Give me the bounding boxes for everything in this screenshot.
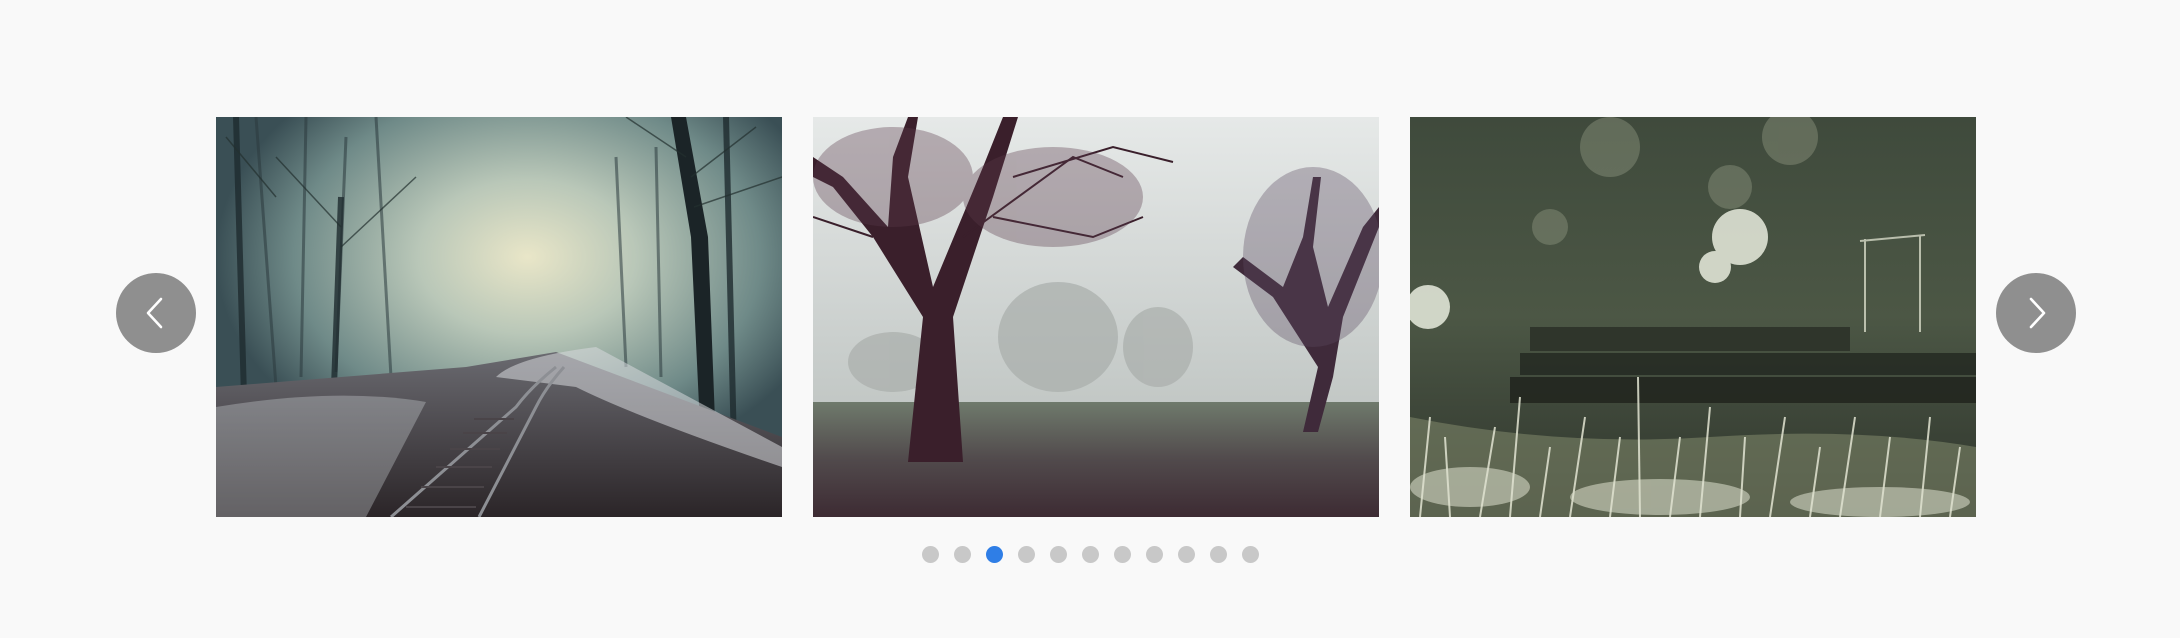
pagination-dot-active[interactable] xyxy=(985,546,1003,563)
pagination-dot[interactable] xyxy=(1113,546,1131,563)
pagination-dot[interactable] xyxy=(1145,546,1163,563)
blurred-grass-steps-photo xyxy=(1410,117,1976,517)
pagination-dots xyxy=(0,546,2180,563)
foggy-forest-railway-photo xyxy=(216,117,782,517)
image-carousel xyxy=(0,0,2180,638)
pagination-dot[interactable] xyxy=(1209,546,1227,563)
misty-park-trees-photo xyxy=(813,117,1379,517)
previous-slide-button[interactable] xyxy=(116,273,196,353)
pagination-dot[interactable] xyxy=(1049,546,1067,563)
next-slide-button[interactable] xyxy=(1996,273,2076,353)
pagination-dot[interactable] xyxy=(921,546,939,563)
pagination-dot[interactable] xyxy=(1241,546,1259,563)
pagination-dot[interactable] xyxy=(1177,546,1195,563)
pagination-dot[interactable] xyxy=(1017,546,1035,563)
pagination-dot[interactable] xyxy=(953,546,971,563)
pagination-dot[interactable] xyxy=(1081,546,1099,563)
chevron-right-icon xyxy=(2029,297,2046,329)
slide-misty-park-trees[interactable] xyxy=(813,117,1379,517)
chevron-left-icon xyxy=(146,297,163,329)
slide-blurred-grass-steps[interactable] xyxy=(1410,117,1976,517)
slide-track xyxy=(216,117,1976,517)
slide-foggy-forest-railway[interactable] xyxy=(216,117,782,517)
